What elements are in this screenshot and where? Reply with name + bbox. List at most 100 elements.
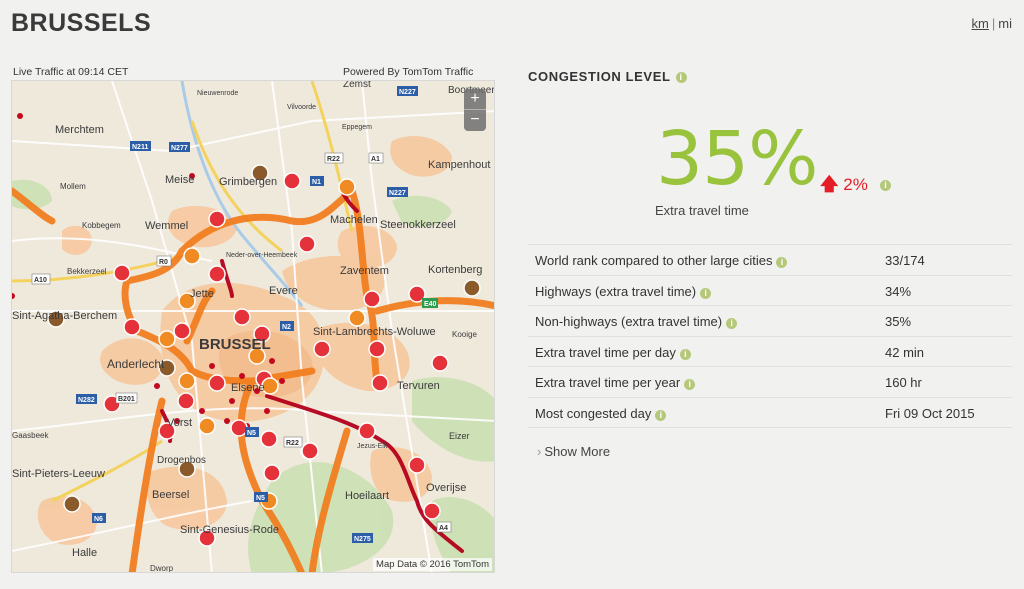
place-label: Dworp — [150, 564, 174, 573]
stats-value: 35% — [885, 314, 912, 329]
congestion-label: Extra travel time — [655, 203, 749, 218]
svg-text:R22: R22 — [327, 156, 340, 163]
stats-label: World rank compared to other large citie… — [535, 253, 788, 268]
stats-label-text: Most congested day — [535, 405, 652, 421]
svg-text:N275: N275 — [354, 536, 371, 543]
info-icon[interactable]: i — [679, 348, 691, 360]
place-label: Sint-Pieters-Leeuw — [12, 468, 105, 480]
place-label: Kobbegem — [82, 221, 121, 230]
place-label: Anderlecht — [107, 357, 165, 371]
stats-row: Extra travel time per day i 42 min — [528, 337, 1012, 367]
info-icon[interactable]: i — [675, 72, 687, 83]
stats-row: Non-highways (extra travel time) i 35% — [528, 306, 1012, 337]
svg-text:N227: N227 — [389, 190, 406, 197]
live-traffic-label: Live Traffic at 09:14 CET — [13, 66, 129, 78]
svg-text:N5: N5 — [247, 430, 256, 437]
place-label: Zemst — [343, 81, 371, 90]
road-shield: N5 — [245, 427, 259, 437]
road-shield: A1 — [368, 152, 384, 164]
place-label: Jette — [190, 288, 214, 300]
place-label: Jezus-Eik — [357, 443, 388, 450]
svg-text:A4: A4 — [439, 525, 448, 532]
place-label: Bekkerzeel — [67, 267, 107, 276]
svg-text:N1: N1 — [312, 179, 321, 186]
stats-value: 34% — [885, 283, 912, 299]
road-shield: N2 — [280, 321, 294, 331]
svg-text:N282: N282 — [78, 397, 95, 404]
congestion-change-value: 2% — [843, 175, 868, 194]
stats-label: Extra travel time per year i — [535, 375, 696, 390]
place-label: Neder-over-Heembeek — [226, 252, 298, 259]
zoom-in-button[interactable]: + — [464, 89, 486, 110]
stats-label-text: Extra travel time per year — [535, 375, 681, 390]
road-shield: N277 — [169, 142, 190, 152]
road-shield: N227 — [397, 86, 418, 96]
info-icon[interactable]: i — [726, 318, 738, 329]
stats-label-text: Highways (extra travel time) — [535, 283, 697, 299]
stats-label: Non-highways (extra travel time) i — [535, 314, 738, 329]
svg-text:N2: N2 — [282, 324, 291, 331]
congestion-change: 🡅 2% — [820, 172, 868, 202]
stats-row: World rank compared to other large citie… — [528, 245, 1012, 276]
info-icon[interactable]: i — [684, 379, 696, 390]
unit-separator: | — [991, 16, 996, 31]
stats-label: Most congested day i — [535, 405, 667, 421]
road-shield: E40 — [422, 298, 438, 308]
map-canvas[interactable]: Merchtem Meise Grimbergen Wemmel Machele… — [12, 81, 495, 573]
place-label: Machelen — [330, 214, 378, 226]
place-label: Sint-Genesius-Rode — [180, 524, 279, 536]
place-label: Kooige — [452, 330, 477, 339]
stats-row: Extra travel time per year i 160 hr — [528, 367, 1012, 398]
place-label: Sint-Agatha-Berchem — [12, 310, 117, 322]
place-label: Eppegem — [342, 124, 372, 131]
svg-text:N277: N277 — [171, 145, 188, 152]
svg-text:A1: A1 — [371, 156, 380, 163]
info-icon[interactable]: i — [655, 409, 667, 421]
svg-text:R0: R0 — [159, 259, 168, 266]
place-label: Kortenberg — [428, 264, 482, 276]
place-label: Elsene — [231, 382, 265, 394]
info-icon[interactable]: i — [776, 257, 788, 268]
place-label: BRUSSEL — [199, 336, 271, 353]
unit-km-link[interactable]: km — [972, 16, 989, 31]
unit-toggle: km | mi — [972, 16, 1012, 31]
stats-label-text: Extra travel time per day — [535, 344, 676, 360]
svg-text:N5: N5 — [256, 495, 265, 502]
svg-text:N211: N211 — [132, 144, 148, 151]
place-label: Zaventem — [340, 265, 389, 277]
traffic-map[interactable]: Merchtem Meise Grimbergen Wemmel Machele… — [11, 80, 495, 573]
unit-mi-link[interactable]: mi — [998, 16, 1012, 31]
road-shield: N227 — [387, 187, 408, 197]
page-title: BRUSSELS — [11, 9, 152, 37]
road-shield: A4 — [436, 521, 452, 533]
place-label: Wemmel — [145, 220, 188, 232]
map-attribution: Map Data © 2016 TomTom — [373, 558, 492, 571]
zoom-control: + − — [464, 89, 486, 131]
place-label: Beersel — [152, 489, 189, 501]
place-label: Gaasbeek — [12, 431, 49, 440]
road-shield: R22 — [283, 436, 303, 448]
zoom-out-button[interactable]: − — [464, 110, 486, 131]
place-label: Overijse — [426, 482, 466, 494]
stats-value: 33/174 — [885, 253, 925, 268]
congestion-value: 35% — [656, 116, 818, 202]
place-label: Kampenhout — [428, 159, 490, 171]
info-icon[interactable]: i — [880, 180, 891, 191]
place-label: Evere — [269, 285, 298, 297]
congestion-title-text: CONGESTION LEVEL — [528, 69, 671, 84]
stats-value: Fri 09 Oct 2015 — [885, 405, 975, 421]
stats-label: Highways (extra travel time) i — [535, 283, 712, 299]
stats-row: Highways (extra travel time) i 34% — [528, 276, 1012, 306]
info-icon[interactable]: i — [700, 287, 712, 299]
place-label: Mollem — [60, 182, 86, 191]
place-label: Steenokkerzeel — [380, 219, 456, 231]
arrow-up-icon: 🡅 — [820, 174, 839, 194]
place-label: Sint-Lambrechts-Woluwe — [313, 326, 436, 338]
show-more-link[interactable]: › Show More — [537, 444, 610, 459]
stats-value: 160 hr — [885, 375, 922, 390]
svg-text:N6: N6 — [94, 516, 103, 523]
road-shield: N282 — [76, 394, 97, 404]
road-shield: N211 — [130, 141, 151, 151]
show-more-label: Show More — [544, 444, 611, 459]
place-label: Vilvoorde — [287, 104, 316, 111]
